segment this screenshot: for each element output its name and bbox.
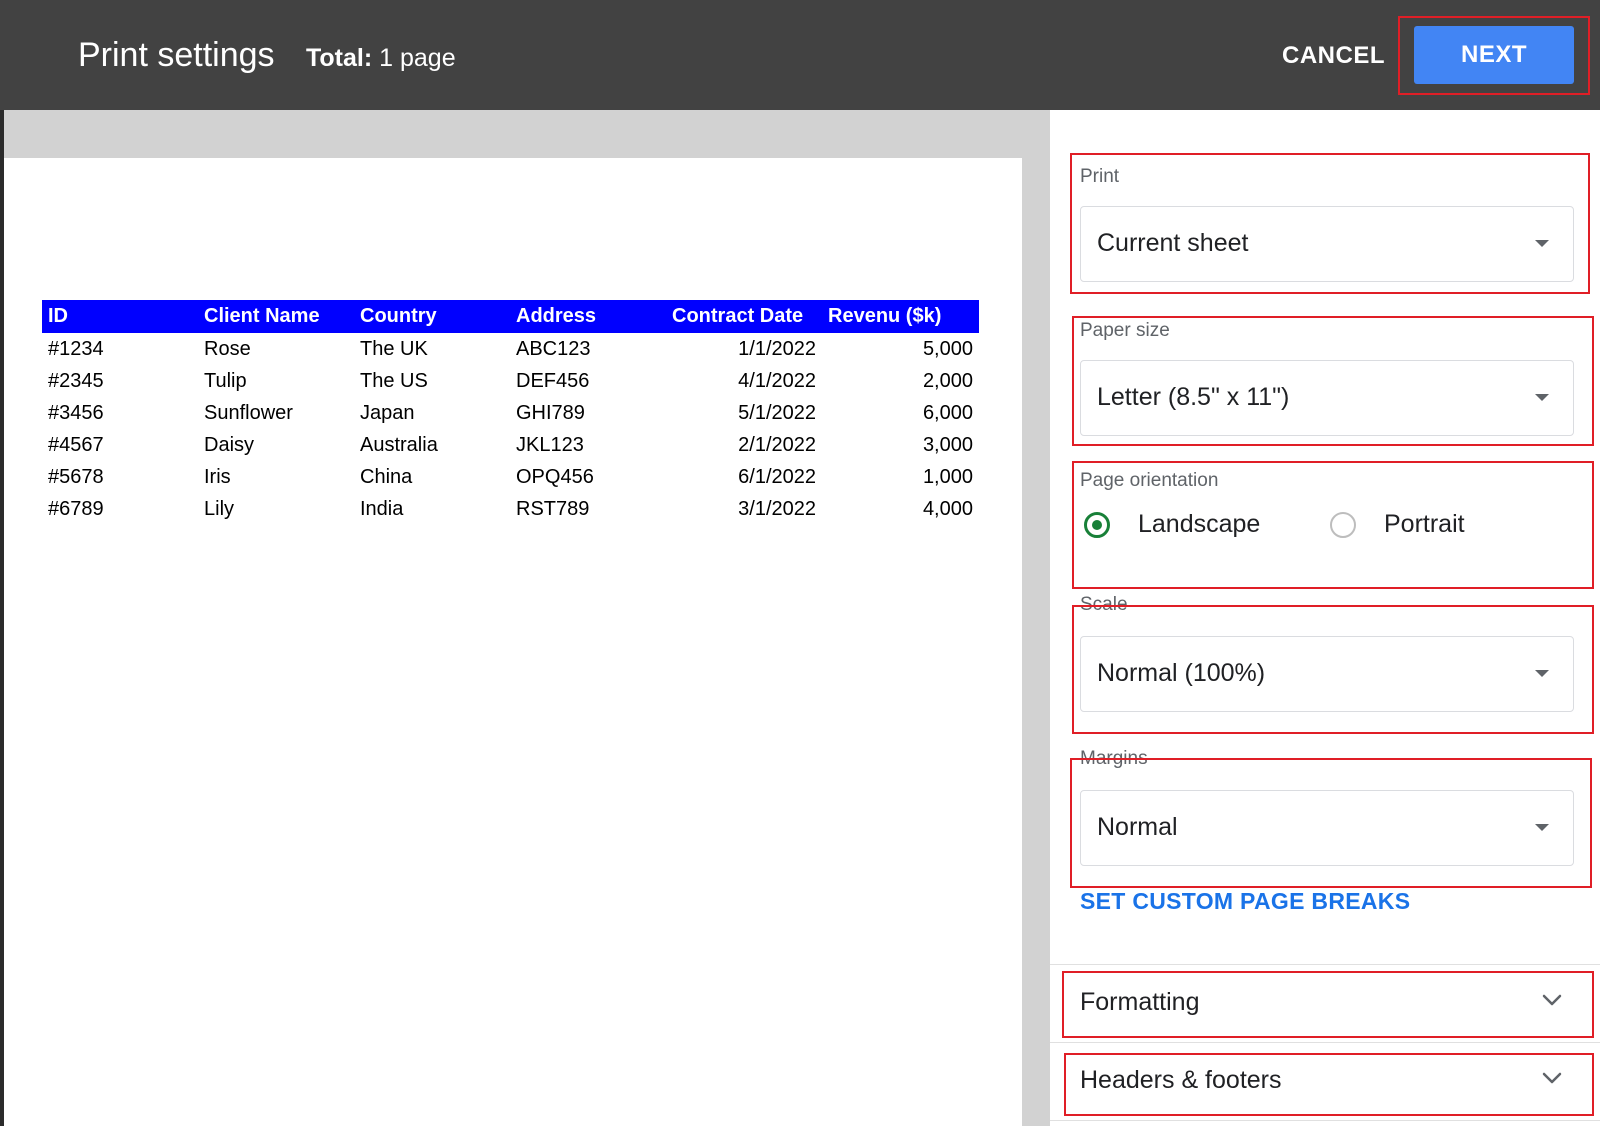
cell-contract-date: 4/1/2022	[738, 369, 816, 392]
cell-revenue: 4,000	[922, 497, 973, 520]
caret-down-icon	[1535, 670, 1549, 677]
cell-revenue: 2,000	[922, 369, 973, 392]
next-button[interactable]: NEXT	[1414, 26, 1574, 84]
paper-size-select[interactable]: Letter (8.5" x 11")	[1080, 360, 1574, 436]
cell-contract-date: 6/1/2022	[738, 465, 816, 488]
radio-label: Portrait	[1384, 510, 1465, 538]
radio-label: Landscape	[1138, 510, 1261, 538]
total-label: Total:	[306, 44, 373, 72]
cell-country: Japan	[360, 401, 415, 424]
cell-client-name: Daisy	[204, 433, 255, 456]
cell-country: India	[360, 497, 404, 520]
cell-client-name: Tulip	[204, 369, 247, 392]
column-header: ID	[42, 300, 198, 333]
cell-contract-date: 5/1/2022	[738, 401, 816, 424]
table-row: #6789 Lily India RST789 3/1/2022 4,000	[42, 493, 979, 525]
cell-address: RST789	[516, 497, 590, 520]
cell-contract-date: 1/1/2022	[738, 337, 816, 360]
scale-label: Scale	[1080, 594, 1128, 615]
radio-checked-icon	[1084, 512, 1110, 538]
cell-address: JKL123	[516, 433, 584, 456]
divider	[1050, 1120, 1600, 1121]
preview-table: ID Client Name Country Address Contract …	[42, 300, 979, 525]
chevron-down-icon	[1542, 1072, 1562, 1084]
cell-id: #2345	[48, 369, 104, 392]
caret-down-icon	[1535, 240, 1549, 247]
margins-select[interactable]: Normal	[1080, 790, 1574, 866]
scale-select[interactable]: Normal (100%)	[1080, 636, 1574, 712]
column-header: Country	[354, 300, 510, 333]
chevron-down-icon	[1542, 994, 1562, 1006]
cell-address: GHI789	[516, 401, 585, 424]
table-row: #5678 Iris China OPQ456 6/1/2022 1,000	[42, 461, 979, 493]
cell-country: China	[360, 465, 413, 488]
cell-contract-date: 2/1/2022	[738, 433, 816, 456]
cell-revenue: 3,000	[922, 433, 973, 456]
margins-select-value: Normal	[1097, 813, 1178, 841]
formatting-accordion[interactable]: Formatting	[1050, 966, 1600, 1036]
column-header: Revenu ($k)	[822, 300, 979, 333]
caret-down-icon	[1535, 394, 1549, 401]
page-title: Print settings	[78, 36, 275, 74]
cell-contract-date: 3/1/2022	[738, 497, 816, 520]
cell-id: #1234	[48, 337, 104, 360]
cell-client-name: Lily	[204, 497, 235, 520]
total-pages: Total: 1 page	[306, 44, 456, 73]
cell-id: #3456	[48, 401, 104, 424]
cell-id: #6789	[48, 497, 104, 520]
cell-country: The US	[360, 369, 428, 392]
settings-panel: Print Current sheet Paper size Letter (8…	[1050, 110, 1600, 1126]
divider	[1050, 964, 1600, 965]
table-row: #2345 Tulip The US DEF456 4/1/2022 2,000	[42, 365, 979, 397]
column-header: Client Name	[198, 300, 354, 333]
cell-client-name: Iris	[204, 465, 231, 488]
column-header: Address	[510, 300, 666, 333]
cell-client-name: Rose	[204, 337, 251, 360]
cell-revenue: 6,000	[922, 401, 973, 424]
total-value: 1 page	[379, 44, 456, 72]
cell-id: #4567	[48, 433, 104, 456]
margins-label: Margins	[1080, 748, 1148, 769]
cell-client-name: Sunflower	[204, 401, 293, 424]
divider	[1050, 1042, 1600, 1043]
cell-revenue: 5,000	[922, 337, 973, 360]
cell-address: OPQ456	[516, 465, 594, 488]
table-row: #4567 Daisy Australia JKL123 2/1/2022 3,…	[42, 429, 979, 461]
preview-page: ID Client Name Country Address Contract …	[4, 158, 1022, 1126]
headers-footers-accordion[interactable]: Headers & footers	[1050, 1044, 1600, 1114]
scale-select-value: Normal (100%)	[1097, 659, 1266, 687]
cell-country: The UK	[360, 337, 428, 360]
print-label: Print	[1080, 166, 1120, 187]
column-header: Contract Date	[666, 300, 822, 333]
cell-address: ABC123	[516, 337, 591, 360]
print-select[interactable]: Current sheet	[1080, 206, 1574, 282]
table-header-row: ID Client Name Country Address Contract …	[42, 300, 979, 333]
cell-country: Australia	[360, 433, 438, 456]
cancel-button[interactable]: CANCEL	[1270, 36, 1397, 76]
orientation-radio-group: Landscape Portrait	[1080, 510, 1580, 550]
cell-id: #5678	[48, 465, 104, 488]
set-custom-page-breaks-button[interactable]: SET CUSTOM PAGE BREAKS	[1080, 888, 1410, 915]
table-row: #3456 Sunflower Japan GHI789 5/1/2022 6,…	[42, 397, 979, 429]
table-row: #1234 Rose The UK ABC123 1/1/2022 5,000	[42, 333, 979, 365]
cell-revenue: 1,000	[922, 465, 973, 488]
top-bar: Print settings Total: 1 page CANCEL NEXT	[0, 0, 1600, 110]
print-select-value: Current sheet	[1097, 229, 1249, 257]
cell-address: DEF456	[516, 369, 590, 392]
headers-footers-label: Headers & footers	[1080, 1066, 1282, 1094]
page-orientation-label: Page orientation	[1080, 470, 1219, 491]
paper-size-select-value: Letter (8.5" x 11")	[1097, 383, 1290, 411]
radio-unchecked-icon	[1330, 512, 1356, 538]
formatting-label: Formatting	[1080, 988, 1200, 1016]
paper-size-label: Paper size	[1080, 320, 1170, 341]
caret-down-icon	[1535, 824, 1549, 831]
